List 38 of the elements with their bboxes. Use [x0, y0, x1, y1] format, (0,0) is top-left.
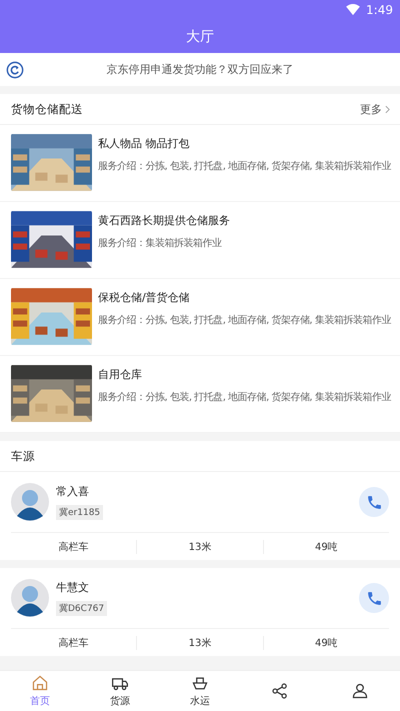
driver-name: 牛慧文	[56, 580, 89, 595]
avatar-icon	[11, 579, 49, 617]
listing-title[interactable]: 保税仓储/普货仓储	[98, 290, 390, 305]
vehicle-load: 49吨	[262, 540, 389, 554]
vehicle-type: 高栏车	[58, 540, 90, 554]
page-title: 大厅	[186, 28, 214, 46]
listing-description: 服务介绍：分拣, 包装, 打托盘, 地面存储, 货架存储, 集装箱拆装箱作业	[98, 160, 390, 173]
section-title: 车源	[11, 448, 35, 464]
phone-icon	[366, 590, 382, 606]
more-link[interactable]: 更多	[360, 102, 390, 116]
phone-icon	[366, 494, 382, 510]
listing-title[interactable]: 私人物品 物品打包	[98, 136, 390, 151]
person-icon	[351, 682, 369, 700]
vehicle-length: 13米	[136, 636, 263, 650]
wifi-icon	[346, 4, 360, 16]
vehicle-length: 13米	[136, 540, 263, 554]
license-plate: 冀er1185	[56, 505, 104, 520]
refresh-icon	[6, 60, 24, 78]
home-icon	[31, 674, 49, 692]
vehicle-type: 高栏车	[58, 636, 90, 650]
vehicle-load: 49吨	[262, 636, 389, 650]
chevron-icon	[385, 104, 390, 114]
tab-item[interactable]: 水运	[160, 671, 240, 711]
license-plate: 冀D6C767	[56, 601, 108, 616]
listing-title[interactable]: 黄石西路长期提供仓储服务	[98, 213, 230, 228]
listing-description: 服务介绍：集装箱拆装箱作业	[98, 236, 223, 250]
call-button[interactable]	[359, 487, 389, 517]
listing-description: 服务介绍：分拣, 包装, 打托盘, 地面存储, 货架存储, 集装箱拆装箱作业	[98, 314, 390, 327]
call-button[interactable]	[359, 583, 389, 613]
avatar-icon	[11, 483, 49, 521]
section-title: 货物仓储配送	[11, 102, 83, 116]
tab-item[interactable]: 货源	[80, 671, 160, 711]
tab-item[interactable]: 首页	[0, 671, 80, 711]
status-time: 1:49	[366, 3, 393, 17]
share-icon	[271, 682, 289, 700]
listing-description: 服务介绍：分拣, 包装, 打托盘, 地面存储, 货架存储, 集装箱拆装箱作业	[98, 390, 390, 404]
driver-name: 常入喜	[56, 484, 89, 499]
listing-title[interactable]: 自用仓库	[98, 367, 390, 382]
